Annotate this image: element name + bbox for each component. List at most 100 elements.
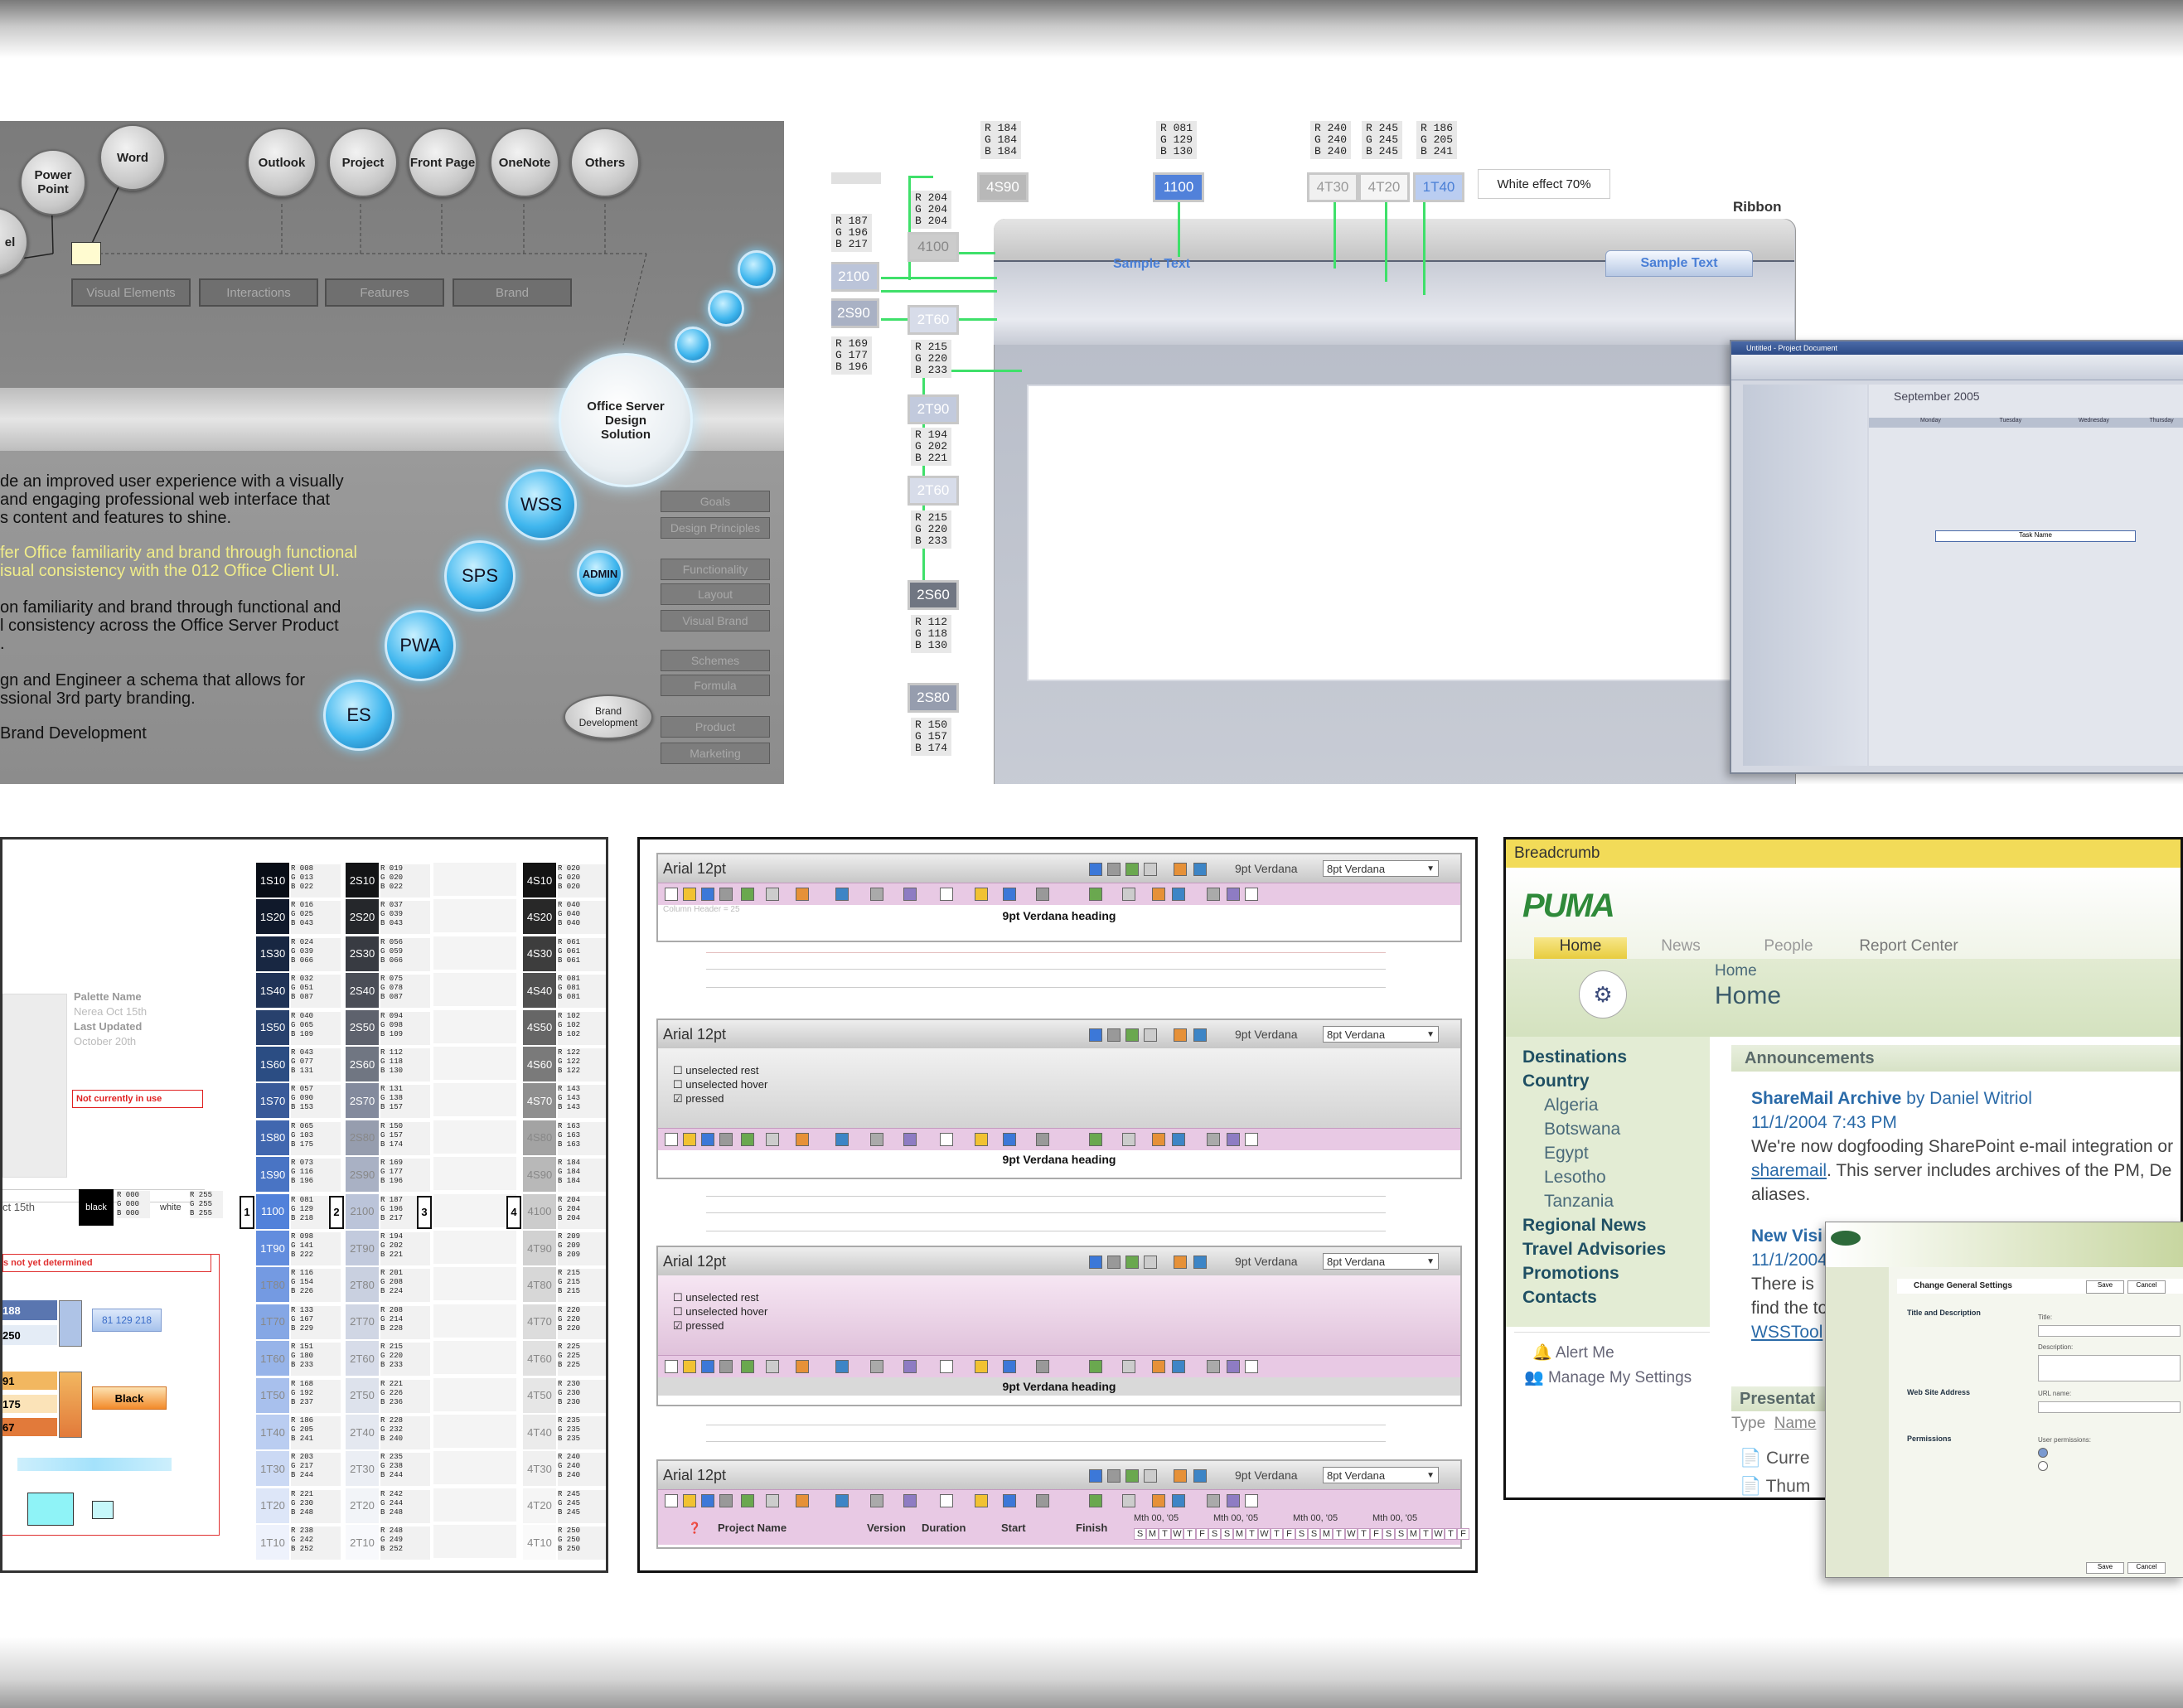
toolbar-icon[interactable] — [766, 888, 779, 901]
toolbar-icon[interactable] — [766, 1360, 779, 1373]
side-button-schemes[interactable]: Schemes — [661, 650, 770, 671]
toolbar-icon[interactable] — [903, 888, 917, 901]
toolbar-icon[interactable] — [975, 1133, 988, 1146]
toolbar-icon[interactable] — [701, 888, 714, 901]
toolbar-icon[interactable] — [1227, 888, 1240, 901]
doc-item[interactable]: 📄 Thum — [1740, 1473, 1810, 1498]
sample-text-tab[interactable]: Sample Text — [1605, 250, 1753, 277]
permission-radio-unique[interactable] — [2038, 1461, 2048, 1471]
toolbar-icon[interactable] — [1122, 1494, 1135, 1507]
checkbox-pressed[interactable]: ☑ pressed — [673, 1091, 1460, 1106]
side-button-marketing[interactable]: Marketing — [661, 743, 770, 764]
checkbox-unselected-rest[interactable]: ☐ unselected rest — [673, 1063, 1460, 1077]
tab-people[interactable]: People — [1735, 937, 1842, 959]
header-toolbar-icon[interactable] — [1125, 1256, 1139, 1269]
title-input[interactable] — [2038, 1325, 2181, 1337]
header-toolbar-icon[interactable] — [1125, 863, 1139, 876]
toolbar-icon[interactable] — [1172, 1133, 1185, 1146]
toolbar-icon[interactable] — [741, 1494, 754, 1507]
toolbar-icon[interactable] — [1207, 1494, 1220, 1507]
quick-launch-item[interactable]: Algeria — [1522, 1093, 1710, 1117]
dialog-cancel-button[interactable]: Cancel — [2127, 1280, 2166, 1294]
toolbar-icon[interactable] — [766, 1494, 779, 1507]
toolbar-icon[interactable] — [1172, 888, 1185, 901]
toolbar-icon[interactable] — [1152, 888, 1165, 901]
toolbar-icon[interactable] — [870, 1133, 883, 1146]
toolbar-icon[interactable] — [1207, 888, 1220, 901]
doc-item[interactable]: 📄 Curre — [1740, 1444, 1810, 1473]
toolbar-icon[interactable] — [870, 1360, 883, 1373]
toolbar-icon[interactable] — [1245, 1494, 1258, 1507]
description-input[interactable] — [2038, 1355, 2181, 1381]
toolbar-icon[interactable] — [1003, 1133, 1016, 1146]
quick-launch-item[interactable]: Travel Advisories — [1522, 1237, 1710, 1261]
toolbar-icon[interactable] — [683, 888, 696, 901]
toolbar-icon[interactable] — [835, 1360, 849, 1373]
header-toolbar-icon[interactable] — [1107, 1028, 1121, 1042]
toolbar-icon[interactable] — [1227, 1133, 1240, 1146]
toolbar-icon[interactable] — [1003, 1494, 1016, 1507]
toolbar-icon[interactable] — [903, 1494, 917, 1507]
header-toolbar-icon[interactable] — [1193, 1028, 1207, 1042]
alert-me-link[interactable]: 🔔 Alert Me — [1514, 1333, 1710, 1362]
header-toolbar-icon[interactable] — [1144, 1256, 1157, 1269]
toolbar-icon[interactable] — [940, 1133, 953, 1146]
quick-launch-item[interactable]: Regional News — [1522, 1213, 1710, 1237]
header-toolbar-icon[interactable] — [1144, 1469, 1157, 1483]
permission-radio-inherit[interactable] — [2038, 1448, 2048, 1458]
calendar-task-bar[interactable]: Task Name — [1935, 530, 2136, 542]
wsstools-link[interactable]: WSSTool — [1751, 1320, 1827, 1344]
toolbar-icon[interactable] — [1227, 1494, 1240, 1507]
toolbar-icon[interactable] — [665, 1360, 678, 1373]
header-toolbar-icon[interactable] — [1174, 1028, 1187, 1042]
header-toolbar-icon[interactable] — [1089, 1028, 1102, 1042]
quick-launch-item[interactable]: Promotions — [1522, 1261, 1710, 1285]
toolbar-icon[interactable] — [975, 888, 988, 901]
toolbar-icon[interactable] — [975, 1360, 988, 1373]
side-button-product[interactable]: Product — [661, 716, 770, 738]
toolbar-icon[interactable] — [1122, 1360, 1135, 1373]
font-select[interactable]: 8pt Verdana ▼ — [1323, 1467, 1439, 1483]
toolbar-icon[interactable] — [701, 1494, 714, 1507]
toolbar-icon[interactable] — [719, 888, 733, 901]
column-duration[interactable]: Duration — [922, 1522, 966, 1534]
toolbar-icon[interactable] — [719, 1133, 733, 1146]
header-toolbar-icon[interactable] — [1107, 863, 1121, 876]
tab-features[interactable]: Features — [325, 278, 444, 307]
header-toolbar-icon[interactable] — [1089, 1256, 1102, 1269]
header-toolbar-icon[interactable] — [1089, 1469, 1102, 1483]
header-toolbar-icon[interactable] — [1144, 1028, 1157, 1042]
toolbar-icon[interactable] — [683, 1360, 696, 1373]
toolbar-icon[interactable] — [870, 1494, 883, 1507]
toolbar-icon[interactable] — [835, 888, 849, 901]
side-button-design-principles[interactable]: Design Principles — [661, 517, 770, 539]
toolbar-icon[interactable] — [796, 1360, 809, 1373]
toolbar-icon[interactable] — [796, 1494, 809, 1507]
font-select[interactable]: 8pt Verdana ▼ — [1323, 1026, 1439, 1043]
crumb-home[interactable]: Home — [1715, 962, 1757, 980]
toolbar-icon[interactable] — [766, 1133, 779, 1146]
header-toolbar-icon[interactable] — [1174, 863, 1187, 876]
side-button-functionality[interactable]: Functionality — [661, 559, 770, 580]
toolbar-icon[interactable] — [1172, 1360, 1185, 1373]
toolbar-icon[interactable] — [1036, 1494, 1049, 1507]
toolbar-icon[interactable] — [701, 1133, 714, 1146]
puma-logo[interactable]: PUMA — [1522, 888, 1615, 925]
column-start[interactable]: Start — [1001, 1522, 1026, 1534]
dialog-save-button-bottom[interactable]: Save — [2086, 1562, 2124, 1574]
toolbar-icon[interactable] — [870, 888, 883, 901]
side-button-goals[interactable]: Goals — [661, 491, 770, 512]
toolbar-icon[interactable] — [665, 1494, 678, 1507]
header-toolbar-icon[interactable] — [1125, 1028, 1139, 1042]
toolbar-icon[interactable] — [1245, 888, 1258, 901]
toolbar-icon[interactable] — [1122, 888, 1135, 901]
header-toolbar-icon[interactable] — [1089, 863, 1102, 876]
announcement-title[interactable]: ShareMail Archive — [1751, 1089, 1901, 1108]
toolbar-icon[interactable] — [1036, 1360, 1049, 1373]
toolbar-icon[interactable] — [1227, 1360, 1240, 1373]
checkbox-pressed[interactable]: ☑ pressed — [673, 1318, 1460, 1333]
toolbar-icon[interactable] — [741, 1360, 754, 1373]
help-icon[interactable]: ❓ — [688, 1522, 701, 1535]
side-button-layout[interactable]: Layout — [661, 583, 770, 605]
toolbar-icon[interactable] — [1207, 1360, 1220, 1373]
